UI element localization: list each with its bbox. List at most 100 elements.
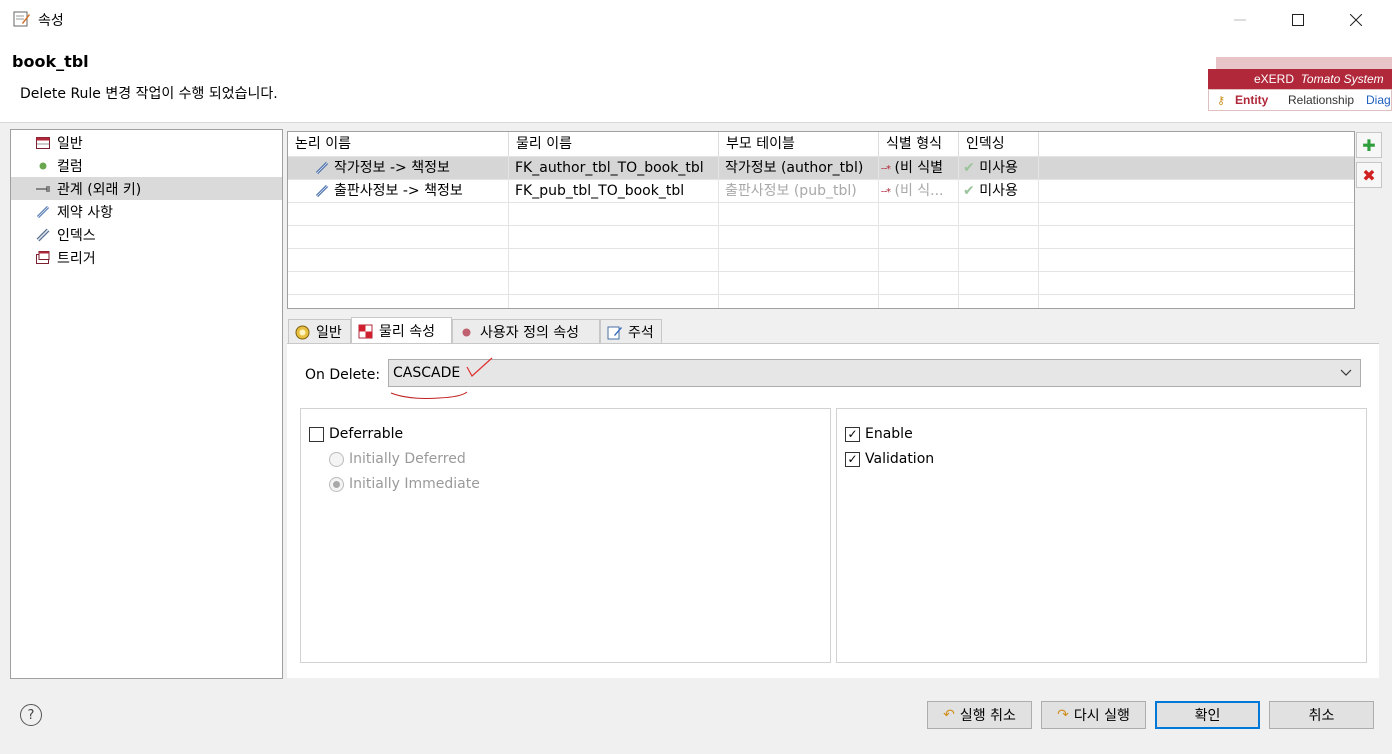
nav-item-label: 트리거 bbox=[57, 250, 96, 267]
chevron-down-icon bbox=[1340, 363, 1352, 387]
column-header-ident[interactable]: 식별 형식 bbox=[879, 132, 959, 156]
radio-circle-selected bbox=[329, 476, 344, 492]
content-area: 일반 컬럼 관계 (외래 키) 제약 사항 인덱스 트리거 논리 이름 물리 이… bbox=[0, 123, 1392, 689]
initially-deferred-radio[interactable]: Initially Deferred bbox=[329, 451, 466, 467]
check-icon: ✓ bbox=[845, 426, 860, 442]
general-icon bbox=[295, 325, 310, 340]
logo-tab-entity: Entity bbox=[1235, 93, 1269, 107]
enable-label: Enable bbox=[865, 426, 913, 442]
cell-ident-type: (비 식... bbox=[894, 183, 944, 199]
user-prop-icon bbox=[459, 325, 474, 340]
nav-item-triggers[interactable]: 트리거 bbox=[11, 246, 282, 269]
column-header-logical[interactable]: 논리 이름 bbox=[288, 132, 509, 156]
nav-item-indexes[interactable]: 인덱스 bbox=[11, 223, 282, 246]
tab-user-properties[interactable]: 사용자 정의 속성 bbox=[452, 319, 600, 344]
undo-label: 실행 취소 bbox=[959, 708, 1016, 724]
logo-tab-diag: Diag bbox=[1366, 93, 1391, 107]
comment-icon bbox=[607, 325, 622, 340]
nav-item-label: 인덱스 bbox=[57, 227, 96, 244]
tab-label: 주석 bbox=[628, 325, 654, 341]
deferrable-label: Deferrable bbox=[329, 426, 404, 442]
tab-label: 물리 속성 bbox=[379, 324, 435, 340]
relation-link-icon bbox=[315, 183, 329, 202]
ok-label: 확인 bbox=[1194, 708, 1221, 724]
nav-item-label: 컬럼 bbox=[57, 158, 83, 175]
nav-item-label: 일반 bbox=[57, 135, 83, 152]
relation-arrow-icon bbox=[35, 181, 51, 197]
enable-group: ✓ Enable ✓ Validation bbox=[836, 408, 1367, 663]
empty-row bbox=[288, 248, 1354, 271]
nav-item-constraints[interactable]: 제약 사항 bbox=[11, 200, 282, 223]
non-identifying-icon: ┄* bbox=[881, 187, 891, 198]
dialog-footer: ? ↶ 실행 취소 ↷ 다시 실행 확인 취소 bbox=[0, 689, 1392, 754]
logo-product: Tomato System bbox=[1300, 72, 1384, 86]
checkbox-box bbox=[309, 426, 324, 442]
minimize-button[interactable] bbox=[1211, 0, 1269, 40]
index-icon bbox=[35, 227, 51, 243]
cell-physical-name: FK_pub_tbl_TO_book_tbl bbox=[509, 180, 719, 202]
key-icon: ⚷ bbox=[1217, 94, 1226, 107]
on-delete-select[interactable]: CASCADE bbox=[388, 359, 1361, 387]
tab-label: 일반 bbox=[316, 325, 342, 341]
delete-relation-button[interactable]: ✖ bbox=[1356, 162, 1382, 188]
close-button[interactable] bbox=[1327, 0, 1385, 40]
empty-row bbox=[288, 271, 1354, 294]
nav-item-general[interactable]: 일반 bbox=[11, 131, 282, 154]
validation-checkbox[interactable]: ✓ Validation bbox=[845, 451, 934, 467]
window-title: 속성 bbox=[38, 13, 64, 29]
column-header-indexing[interactable]: 인덱싱 bbox=[959, 132, 1039, 156]
initially-immediate-label: Initially Immediate bbox=[349, 476, 480, 492]
logo-tab-relationship: Relationship bbox=[1288, 93, 1355, 107]
tab-comment[interactable]: 주석 bbox=[600, 319, 662, 344]
cell-indexing: 미사용 bbox=[979, 160, 1018, 176]
nav-item-relations[interactable]: 관계 (외래 키) bbox=[11, 177, 282, 200]
table-row[interactable]: 출판사정보 -> 책정보 FK_pub_tbl_TO_book_tbl 출판사정… bbox=[288, 179, 1354, 202]
delete-x-icon: ✖ bbox=[1362, 165, 1376, 185]
table-row[interactable]: 작가정보 -> 책정보 FK_author_tbl_TO_book_tbl 작가… bbox=[288, 156, 1354, 179]
nav-item-columns[interactable]: 컬럼 bbox=[11, 154, 282, 177]
cancel-button[interactable]: 취소 bbox=[1269, 701, 1374, 729]
redo-icon: ↷ bbox=[1057, 707, 1069, 723]
column-header-parent[interactable]: 부모 테이블 bbox=[719, 132, 879, 156]
redo-label: 다시 실행 bbox=[1073, 708, 1130, 724]
cancel-label: 취소 bbox=[1308, 708, 1335, 724]
exerd-logo: eXERD Tomato System ⚷ Entity Relationshi… bbox=[1208, 57, 1392, 113]
initially-immediate-radio[interactable]: Initially Immediate bbox=[329, 476, 480, 492]
validation-label: Validation bbox=[865, 451, 935, 467]
on-delete-label: On Delete: bbox=[305, 367, 381, 383]
add-relation-button[interactable]: ✚ bbox=[1356, 132, 1382, 158]
ok-button[interactable]: 확인 bbox=[1155, 701, 1260, 729]
trigger-icon bbox=[35, 250, 51, 266]
deferrable-checkbox[interactable]: Deferrable bbox=[309, 426, 403, 442]
page-title: book_tbl bbox=[12, 52, 89, 71]
table-icon bbox=[35, 135, 51, 151]
initially-deferred-label: Initially Deferred bbox=[349, 451, 466, 467]
radio-circle bbox=[329, 451, 344, 467]
properties-window-icon bbox=[13, 10, 31, 28]
column-header-physical[interactable]: 물리 이름 bbox=[509, 132, 719, 156]
cell-parent-table: 출판사정보 (pub_tbl) bbox=[719, 180, 879, 202]
on-delete-value: CASCADE bbox=[393, 365, 461, 381]
enable-checkbox[interactable]: ✓ Enable bbox=[845, 426, 913, 442]
maximize-icon bbox=[1292, 14, 1304, 26]
nav-item-label: 관계 (외래 키) bbox=[57, 181, 142, 198]
relations-table: 논리 이름 물리 이름 부모 테이블 식별 형식 인덱싱 작가정보 -> 책정보… bbox=[287, 131, 1355, 309]
title-bar: 속성 bbox=[0, 0, 1392, 40]
undo-button[interactable]: ↶ 실행 취소 bbox=[927, 701, 1032, 729]
maximize-button[interactable] bbox=[1269, 0, 1327, 40]
annotation-underline bbox=[390, 391, 468, 399]
minimize-icon bbox=[1234, 19, 1246, 21]
redo-button[interactable]: ↷ 다시 실행 bbox=[1041, 701, 1146, 729]
cell-physical-name: FK_author_tbl_TO_book_tbl bbox=[509, 157, 719, 179]
empty-row bbox=[288, 202, 1354, 225]
cell-ident-type: (비 식별 bbox=[894, 160, 944, 176]
column-dot-icon bbox=[35, 158, 51, 174]
help-icon[interactable]: ? bbox=[20, 704, 42, 726]
status-message: Delete Rule 변경 작업이 수행 되었습니다. bbox=[20, 86, 278, 102]
close-icon bbox=[1350, 14, 1362, 26]
tab-label: 사용자 정의 속성 bbox=[480, 325, 580, 341]
relation-link-icon bbox=[315, 160, 329, 179]
tab-general[interactable]: 일반 bbox=[288, 319, 351, 344]
annotation-checkmark bbox=[466, 357, 493, 377]
tab-physical[interactable]: 물리 속성 bbox=[351, 317, 452, 344]
